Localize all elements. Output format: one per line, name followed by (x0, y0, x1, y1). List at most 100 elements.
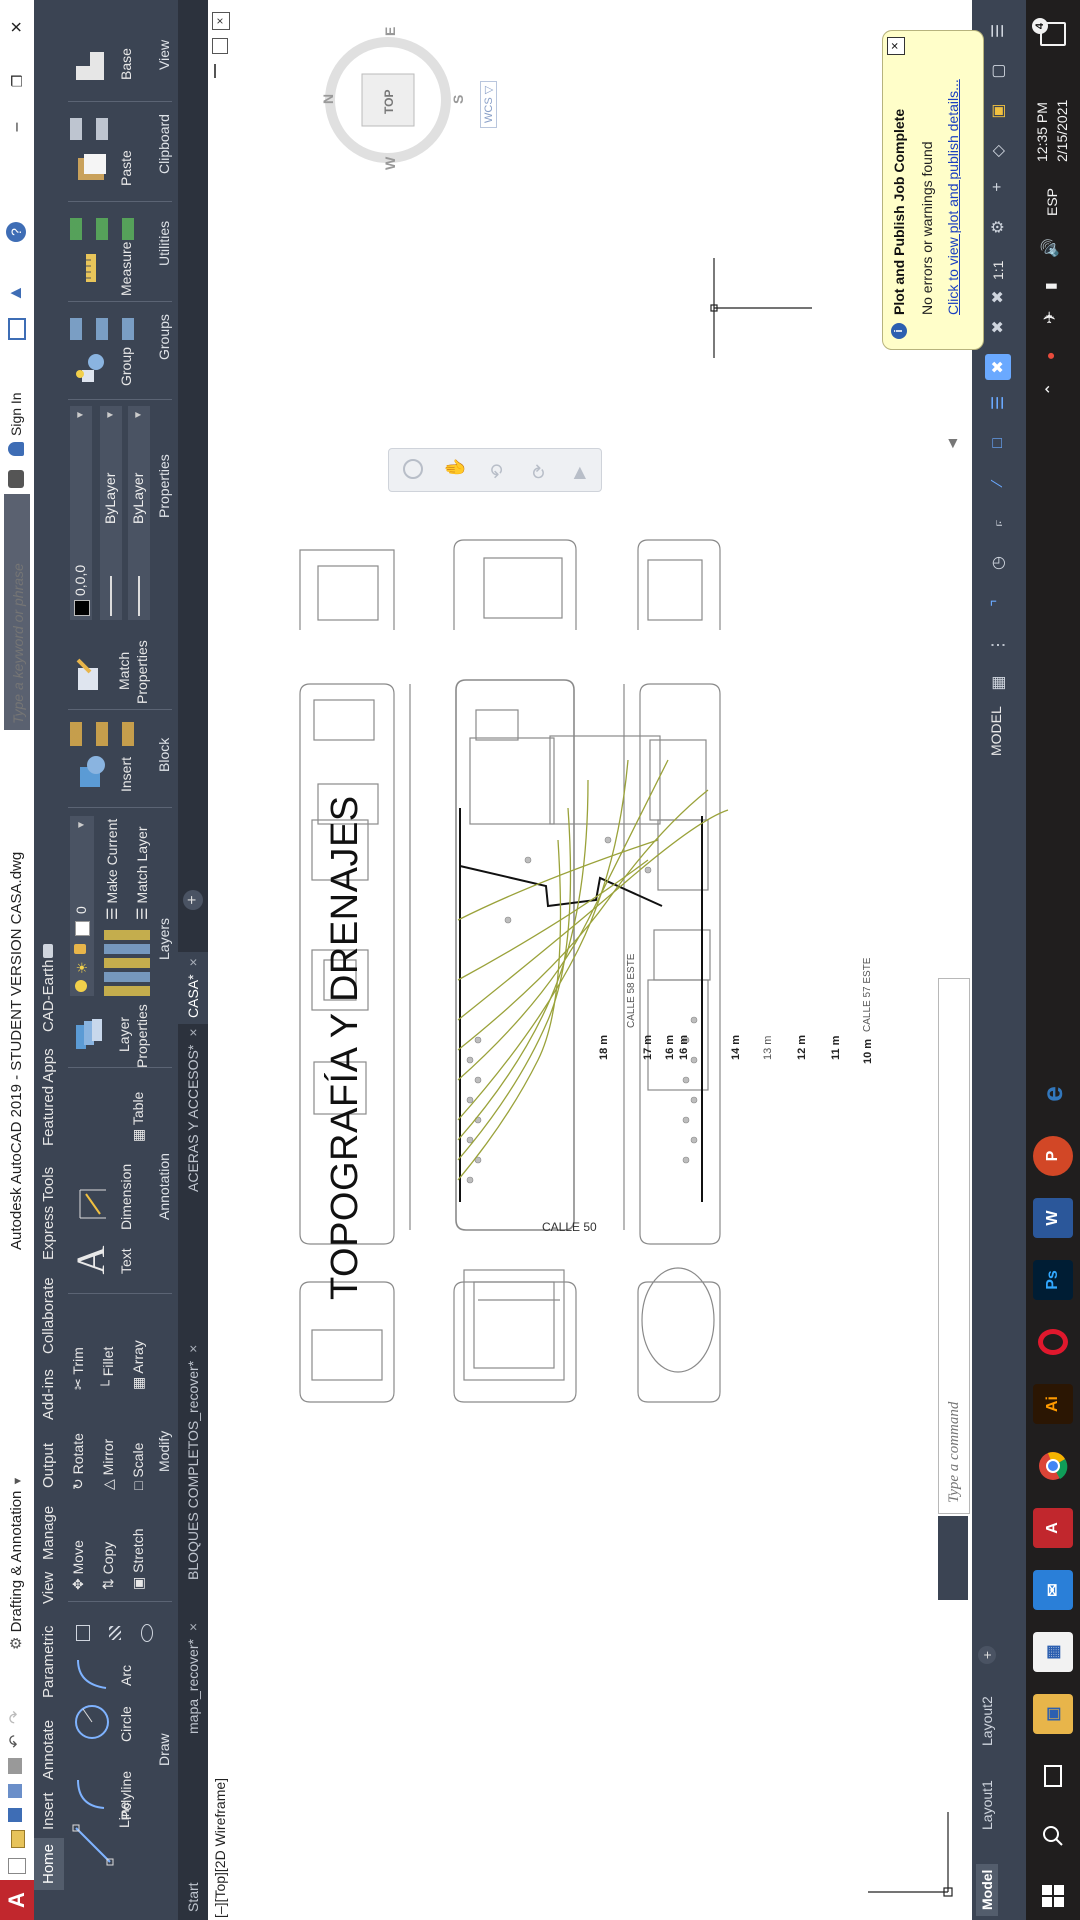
tab-add-ins[interactable]: Add-ins (34, 1369, 64, 1420)
show-hidden-icons[interactable]: ⌃ (1042, 383, 1062, 396)
viewcube-top[interactable]: TOP (382, 90, 396, 114)
command-input[interactable] (943, 991, 965, 1505)
rectangle-icon[interactable] (72, 1622, 94, 1644)
groups-panel-title[interactable]: Groups (156, 314, 172, 360)
ribbon-minimize-icon[interactable] (43, 944, 53, 958)
autocad-app-button[interactable]: A (0, 1880, 34, 1920)
utilities-panel-title[interactable]: Utilities (156, 221, 172, 266)
maximize-button[interactable]: ❐ (0, 58, 34, 104)
file-explorer-icon[interactable]: ▣ (1033, 1694, 1073, 1734)
isolate-objects-icon[interactable]: ◇ (985, 138, 1011, 164)
viewcube-west[interactable]: W (382, 157, 398, 170)
lineweight-dropdown[interactable]: ByLayer ▼ (128, 406, 150, 620)
tab-insert[interactable]: Insert (34, 1792, 64, 1830)
snap-icon[interactable]: ⋮ (985, 632, 1011, 658)
group-tool-icons[interactable] (70, 318, 146, 340)
mail-icon[interactable]: ✉ (1033, 1570, 1073, 1610)
viewport-minimize-icon[interactable] (214, 64, 216, 78)
photoshop-icon[interactable]: Ps (1033, 1260, 1073, 1300)
dimension-label[interactable]: Dimension (118, 1164, 134, 1230)
close-tab-icon[interactable]: × (185, 1345, 201, 1353)
polyline-icon[interactable] (116, 1822, 117, 1868)
open-icon[interactable] (11, 1830, 25, 1848)
block-panel-title[interactable]: Block (156, 738, 172, 772)
layer-properties-icon[interactable] (68, 1012, 112, 1058)
model-space-button[interactable]: MODEL (988, 706, 1004, 756)
cart-icon[interactable] (8, 318, 26, 340)
view-panel-title[interactable]: View (156, 40, 172, 70)
isodraft-icon[interactable]: ⟔ (985, 510, 1011, 536)
tab-featured-apps[interactable]: Featured Apps (34, 1048, 64, 1146)
polar-icon[interactable]: ◷ (985, 550, 1011, 576)
match-properties-label-1[interactable]: Match (116, 652, 132, 690)
file-tab-aceras[interactable]: ACERAS Y ACCESOS*× (178, 1022, 208, 1198)
plot-notification[interactable]: i Plot and Publish Job Complete No error… (882, 30, 984, 350)
line-icon[interactable] (70, 1822, 116, 1868)
make-current-button[interactable]: ☰ Make Current (104, 819, 121, 920)
utility-tool-icons[interactable] (70, 218, 146, 240)
edge-icon[interactable]: e (1033, 1074, 1073, 1114)
measure-label[interactable]: Measure (118, 242, 134, 296)
file-tab-start[interactable]: Start (178, 1876, 208, 1918)
steering-wheel-icon[interactable] (403, 459, 423, 479)
plus-icon[interactable]: + (985, 174, 1011, 200)
zoom-icon[interactable]: ⟲ (487, 464, 508, 479)
airplane-mode-icon[interactable]: ✈ (1040, 311, 1060, 324)
language-indicator[interactable]: ESP (1044, 188, 1060, 216)
draw-panel-title[interactable]: Draw (156, 1733, 172, 1766)
layer-dropdown[interactable]: ☀ 0 ▼ (70, 816, 94, 996)
new-icon[interactable] (8, 1858, 26, 1874)
new-tab-icon[interactable]: + (183, 890, 203, 910)
measure-icon[interactable] (68, 246, 112, 290)
arc-icon[interactable] (70, 1652, 114, 1696)
copy-button[interactable]: ⇅ Copy (100, 1542, 117, 1590)
polyline-label-visible[interactable]: Polyline (118, 1771, 134, 1820)
file-tab-casa[interactable]: CASA*× (178, 952, 208, 1024)
viewcube-north[interactable]: N (320, 94, 336, 104)
match-properties-label-2[interactable]: Properties (134, 640, 150, 704)
move-button[interactable]: ✥ Move (70, 1540, 87, 1590)
paste-label[interactable]: Paste (118, 150, 134, 186)
viewport-restore-icon[interactable] (212, 38, 228, 54)
file-tab-bloques[interactable]: BLOQUES COMPLETOS_recover*× (178, 1339, 208, 1586)
tab-manage[interactable]: Manage (34, 1506, 64, 1560)
new-layout-icon[interactable]: + (978, 1646, 996, 1664)
viewcube-south[interactable]: S (450, 95, 466, 104)
binoculars-icon[interactable] (8, 470, 24, 488)
ellipse-icon[interactable] (136, 1622, 158, 1644)
group-label[interactable]: Group (118, 347, 134, 386)
object-snap-icon[interactable]: □ (985, 430, 1011, 456)
volume-icon[interactable]: 🔊 (1040, 238, 1060, 258)
save-icon[interactable] (8, 1808, 22, 1822)
annotation-panel-title[interactable]: Annotation (156, 1153, 172, 1220)
tab-parametric[interactable]: Parametric (34, 1625, 64, 1698)
tab-annotate[interactable]: Annotate (34, 1720, 64, 1780)
close-tab-icon[interactable]: × (185, 1028, 201, 1036)
linetype-dropdown[interactable]: ByLayer ▼ (100, 406, 122, 620)
annotation-visibility-icon[interactable]: ✖ (985, 314, 1011, 340)
redo-icon[interactable]: ↷ (7, 1711, 24, 1724)
ortho-icon[interactable]: ⌝ (985, 590, 1011, 616)
annotation-scale-value[interactable]: 1:1 (990, 261, 1006, 280)
layer-properties-label-2[interactable]: Properties (134, 1004, 150, 1068)
undo-icon[interactable]: ↶ (7, 1735, 24, 1748)
hardware-acceleration-icon[interactable]: ▣ (985, 98, 1011, 124)
workspace-dropdown[interactable]: ⚙ Drafting & Annotation ▼ (7, 1390, 27, 1650)
base-label[interactable]: Base (118, 48, 134, 80)
customization-menu-icon[interactable]: ☰ (985, 18, 1011, 44)
illustrator-icon[interactable]: Ai (1033, 1384, 1073, 1424)
search-icon[interactable] (1033, 1816, 1073, 1856)
grid-icon[interactable]: ▦ (985, 670, 1011, 696)
layout-tab-model[interactable]: Model (976, 1863, 998, 1916)
selection-cycling-icon[interactable]: ✖ (985, 354, 1011, 380)
notification-details-link[interactable]: Click to view plot and publish details..… (945, 79, 961, 315)
block-tool-icons[interactable] (70, 722, 146, 746)
autodesk-a360-icon[interactable]: ▲ (5, 284, 25, 302)
autocad-taskbar-icon[interactable]: A (1033, 1508, 1073, 1548)
minimize-button[interactable]: – (0, 104, 34, 150)
clean-screen-icon[interactable]: ▢ (985, 58, 1011, 84)
stretch-button[interactable]: ▣ Stretch (130, 1529, 147, 1590)
file-tab-mapa[interactable]: mapa_recover*× (178, 1617, 208, 1740)
hatch-icon[interactable] (104, 1622, 126, 1644)
base-view-icon[interactable] (68, 44, 112, 88)
